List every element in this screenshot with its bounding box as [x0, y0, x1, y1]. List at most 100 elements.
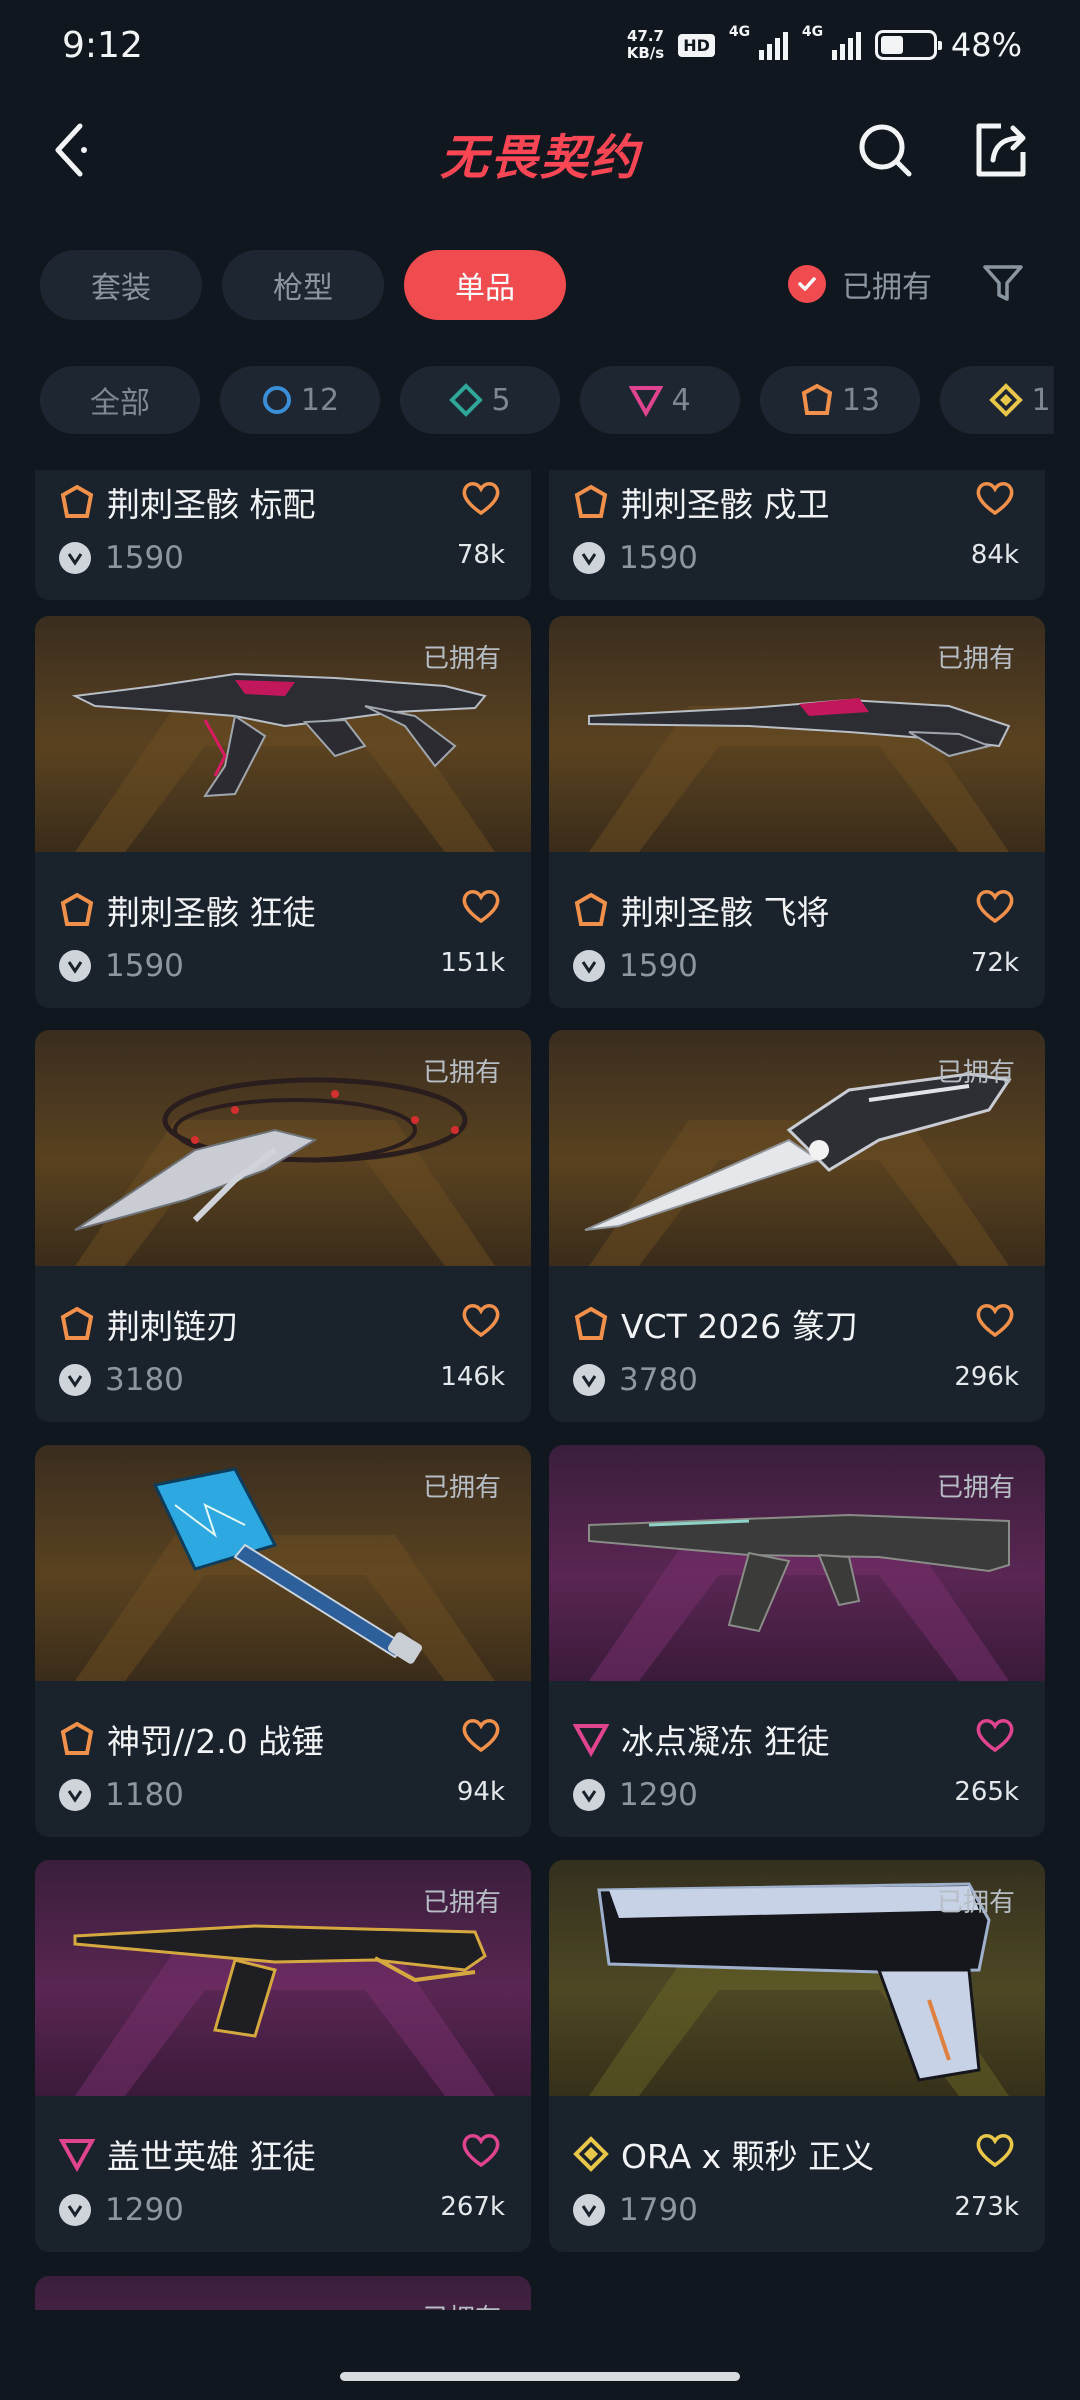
- favorite-button[interactable]: [461, 888, 501, 928]
- favorite-button[interactable]: [461, 2132, 501, 2172]
- item-price-value: 1590: [619, 540, 698, 576]
- item-name: 冰点凝冻 狂徒: [573, 1715, 830, 1763]
- signal-icon: 4G: [729, 24, 788, 60]
- tier-chip-select[interactable]: 12: [220, 366, 380, 434]
- item-name: 荆刺链刃: [59, 1300, 239, 1348]
- item-name-text: ORA x 颗秒 正义: [621, 2137, 875, 2176]
- item-price-value: 1290: [105, 2192, 184, 2228]
- item-name: 神罚//2.0 战锤: [59, 1715, 324, 1763]
- item-card[interactable]: 已拥有 冰点凝冻 狂徒 1290 265k: [549, 1445, 1045, 1837]
- tier-chip-premium[interactable]: 4: [580, 366, 740, 434]
- heart-icon: [976, 482, 1014, 516]
- item-price: 3780: [573, 1362, 698, 1398]
- item-price: 1590: [59, 948, 184, 984]
- item-card[interactable]: 已拥有 盖世英雄 狂徒 1290 267k: [35, 1860, 531, 2252]
- item-price: 1590: [573, 948, 698, 984]
- item-card[interactable]: 已拥有 VCT 2026 篆刀 3780 296k: [549, 1030, 1045, 1422]
- heart-icon: [976, 890, 1014, 924]
- favorite-button[interactable]: [975, 2132, 1015, 2172]
- favorite-button[interactable]: [461, 1302, 501, 1342]
- item-card[interactable]: 荆刺圣骸 标配 1590 78k: [35, 470, 531, 600]
- search-icon: [859, 124, 912, 177]
- item-price-value: 1590: [619, 948, 698, 984]
- tab-sets[interactable]: 套装: [40, 250, 202, 320]
- like-count: 94k: [456, 1777, 505, 1807]
- item-name-text: 荆刺圣骸 狂徒: [107, 893, 316, 932]
- like-count: 72k: [970, 948, 1019, 978]
- home-indicator[interactable]: [340, 2372, 740, 2381]
- tab-single-items[interactable]: 单品: [404, 250, 566, 320]
- app-header: 无畏契约: [0, 100, 1080, 200]
- exclusive-tier-icon: [801, 383, 833, 415]
- item-name: 荆刺圣骸 狂徒: [59, 886, 316, 934]
- item-name: 荆刺圣骸 标配: [59, 478, 316, 526]
- item-card[interactable]: 荆刺圣骸 戍卫 1590 84k: [549, 470, 1045, 600]
- item-price-value: 1590: [105, 540, 184, 576]
- signal-type-label-2: 4G: [801, 24, 824, 40]
- item-card[interactable]: 已拥有 荆刺圣骸 狂徒 1590 151k: [35, 616, 531, 1008]
- premium-tier-icon: [573, 1724, 609, 1757]
- owned-tag: 已拥有: [936, 1473, 1015, 1503]
- favorite-button[interactable]: [975, 1717, 1015, 1757]
- favorite-button[interactable]: [975, 480, 1015, 520]
- owned-tag: 已拥有: [936, 1058, 1015, 1088]
- signal-icon-2: 4G: [802, 24, 861, 60]
- filter-button[interactable]: [978, 258, 1028, 308]
- tier-chip-ultra[interactable]: 1: [940, 366, 1054, 434]
- favorite-button[interactable]: [975, 1302, 1015, 1342]
- item-image: 已拥有: [549, 1445, 1045, 1681]
- category-tabs: 套装 枪型 单品: [40, 250, 566, 320]
- vp-currency-icon: [573, 1779, 605, 1811]
- like-count: 84k: [970, 540, 1019, 570]
- item-image: 已拥有: [549, 1030, 1045, 1266]
- heart-icon: [462, 1719, 500, 1753]
- item-card[interactable]: 已拥有: [35, 2276, 531, 2310]
- battery-percent: 48%: [950, 26, 1022, 64]
- tier-chip-deluxe[interactable]: 5: [400, 366, 560, 434]
- battery-icon: [874, 30, 942, 60]
- item-price-value: 1290: [619, 1777, 698, 1813]
- favorite-button[interactable]: [975, 888, 1015, 928]
- like-count: 273k: [954, 2192, 1019, 2222]
- tier-chip-count: 4: [671, 382, 691, 418]
- exclusive-tier-icon: [574, 892, 608, 926]
- vp-currency-icon: [59, 950, 91, 982]
- vp-currency-icon: [573, 2194, 605, 2226]
- item-card[interactable]: 已拥有 ORA x 颗秒 正义 1790 273k: [549, 1860, 1045, 2252]
- tab-weapon-types[interactable]: 枪型: [222, 250, 384, 320]
- item-name-text: VCT 2026 篆刀: [621, 1307, 858, 1346]
- item-image: 已拥有: [549, 616, 1045, 852]
- heart-icon: [462, 2134, 500, 2168]
- like-count: 296k: [954, 1362, 1019, 1392]
- item-image: 已拥有: [35, 1030, 531, 1266]
- search-button[interactable]: [850, 110, 920, 190]
- owned-filter-toggle[interactable]: 已拥有: [788, 262, 932, 306]
- item-name-text: 荆刺圣骸 戍卫: [621, 485, 830, 524]
- owned-tag: 已拥有: [422, 1058, 501, 1088]
- item-price-value: 1790: [619, 2192, 698, 2228]
- heart-icon: [462, 1304, 500, 1338]
- item-price-value: 1590: [105, 948, 184, 984]
- vp-currency-icon: [573, 1364, 605, 1396]
- like-count: 265k: [954, 1777, 1019, 1807]
- favorite-button[interactable]: [461, 480, 501, 520]
- item-card[interactable]: 已拥有 荆刺链刃 3180 146k: [35, 1030, 531, 1422]
- status-bar: 9:12 47.7 KB/s HD 4G 4G 48%: [0, 0, 1080, 90]
- exclusive-tier-icon: [574, 484, 608, 518]
- ultra-tier-icon: [989, 383, 1024, 417]
- item-card[interactable]: 已拥有 神罚//2.0 战锤 1180 94k: [35, 1445, 531, 1837]
- exclusive-tier-icon: [60, 1721, 94, 1755]
- vp-currency-icon: [59, 542, 91, 574]
- item-price-value: 1180: [105, 1777, 184, 1813]
- tier-chip-exclusive[interactable]: 13: [760, 366, 920, 434]
- item-card[interactable]: 已拥有 荆刺圣骸 飞将 1590 72k: [549, 616, 1045, 1008]
- item-name: ORA x 颗秒 正义: [573, 2130, 874, 2178]
- item-name-text: 冰点凝冻 狂徒: [621, 1722, 830, 1761]
- favorite-button[interactable]: [461, 1717, 501, 1757]
- share-button[interactable]: [966, 110, 1036, 190]
- heart-icon: [976, 1304, 1014, 1338]
- vp-currency-icon: [59, 2194, 91, 2226]
- tier-chip-all[interactable]: 全部: [40, 366, 200, 434]
- item-name: VCT 2026 篆刀: [573, 1300, 858, 1348]
- network-speed-unit: KB/s: [626, 44, 665, 62]
